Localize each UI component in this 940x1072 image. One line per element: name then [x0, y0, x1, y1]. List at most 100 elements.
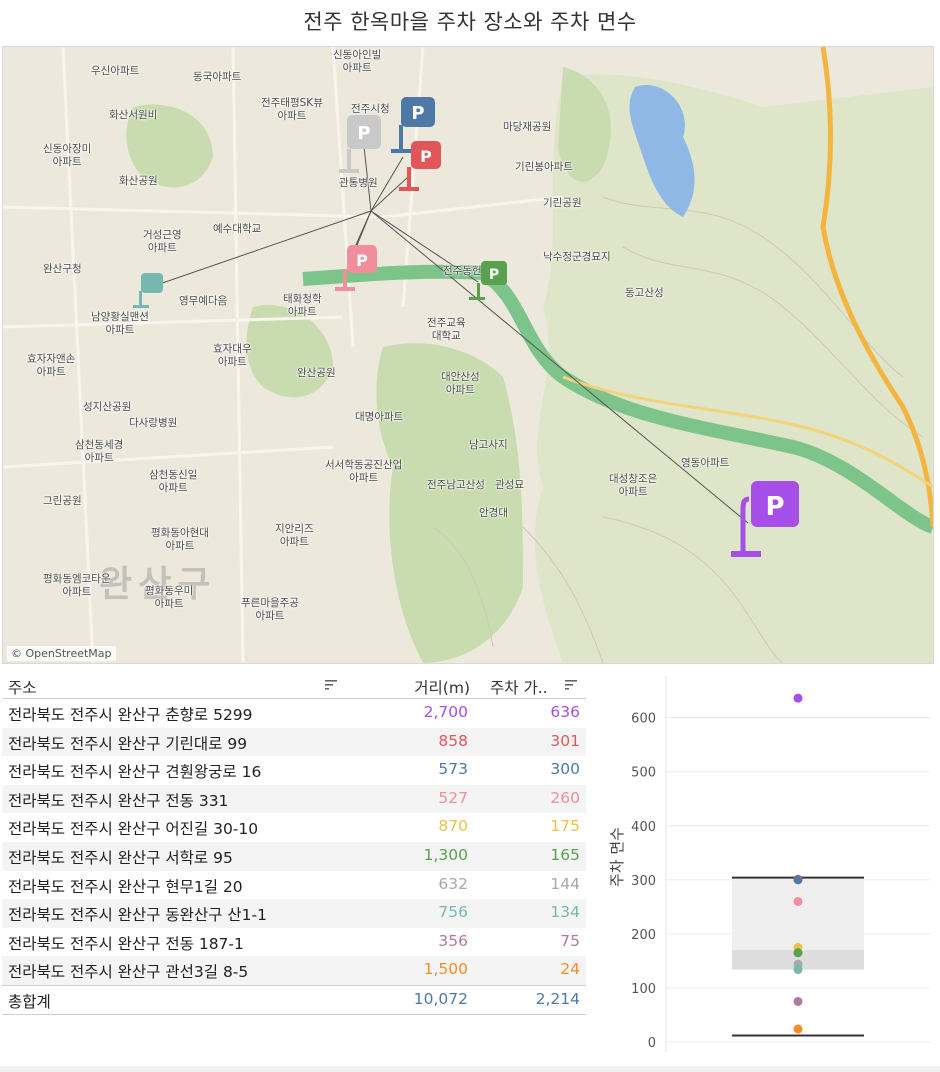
map-place-label: 평화동아현대 아파트 [151, 527, 209, 552]
spaces-cell: 301 [550, 731, 580, 750]
parking-sign-icon[interactable] [133, 273, 169, 311]
distance-cell: 527 [438, 788, 468, 807]
table-total-row: 총합계 10,072 2,214 [2, 984, 586, 1015]
address-cell: 전라북도 전주시 완산구 견훤왕궁로 16 [8, 763, 262, 782]
map-place-label: 화산서원비 [109, 109, 158, 121]
table-body: 전라북도 전주시 완산구 춘향로 5299 2,700 636 전라북도 전주시 완산… [2, 699, 586, 985]
map-place-label: 신동아장미 아파트 [43, 143, 92, 168]
address-cell: 전라북도 전주시 완산구 서학로 95 [8, 848, 233, 867]
map-place-label: 전주교육 대학교 [427, 317, 466, 342]
map-place-label: 마당재공원 [503, 121, 552, 133]
map-place-label: 관통병원 [339, 177, 378, 189]
data-point [793, 693, 803, 703]
header-address[interactable]: 주소 [8, 676, 37, 698]
parking-sign-icon[interactable]: P [469, 259, 509, 303]
map-place-label: 낙수정군경묘지 [543, 251, 611, 263]
spaces-cell: 134 [550, 903, 580, 922]
distance-cell: 573 [438, 760, 468, 779]
table-row[interactable]: 전라북도 전주시 완산구 관선3길 8-5 1,500 24 [2, 956, 586, 985]
map-place-label: 대안산성 아파트 [441, 371, 480, 396]
map-place-label: 동국아파트 [193, 71, 242, 83]
table-row[interactable]: 전라북도 전주시 완산구 춘향로 5299 2,700 636 [2, 699, 586, 728]
data-point [793, 875, 803, 885]
parking-sign-icon[interactable]: P [399, 141, 445, 193]
data-point [793, 965, 803, 975]
address-cell: 전라북도 전주시 완산구 어진길 30-10 [8, 820, 259, 839]
table-row[interactable]: 전라북도 전주시 완산구 어진길 30-10 870 175 [2, 813, 586, 842]
map-place-label: 기린봉아파트 [515, 161, 573, 173]
map-place-label: 예수대학교 [213, 223, 262, 235]
address-cell: 전라북도 전주시 완산구 전동 187-1 [8, 934, 244, 953]
parking-sign-icon[interactable]: P [729, 479, 801, 563]
table-row[interactable]: 전라북도 전주시 완산구 서학로 95 1,300 165 [2, 841, 586, 871]
map-place-label: 대명아파트 [355, 411, 404, 423]
header-spaces[interactable]: 주차 가.. [490, 676, 548, 698]
map-place-label: 관성묘 [495, 479, 524, 491]
map-place-label: 그린공원 [43, 495, 82, 507]
spaces-cell: 75 [560, 931, 580, 950]
data-point [793, 896, 803, 906]
map-place-label: 태화청학 아파트 [283, 293, 322, 318]
map-place-label: 완산공원 [297, 367, 336, 379]
sort-icon[interactable] [324, 679, 338, 691]
map-place-label: 전주태평SK뷰 아파트 [261, 97, 323, 122]
distance-cell: 858 [438, 731, 468, 750]
svg-text:P: P [356, 251, 368, 270]
table-row[interactable]: 전라북도 전주시 완산구 동완산구 산1-1 756 134 [2, 899, 586, 928]
address-cell: 전라북도 전주시 완산구 동완산구 산1-1 [8, 906, 267, 925]
total-label: 총합계 [8, 992, 51, 1011]
page-title: 전주 한옥마을 주차 장소와 주차 면수 [303, 10, 637, 34]
spaces-cell: 24 [560, 960, 580, 979]
distance-cell: 632 [438, 874, 468, 893]
svg-text:P: P [420, 147, 432, 166]
distance-cell: 756 [438, 903, 468, 922]
spaces-cell: 144 [550, 874, 580, 893]
map-place-label: 거성근영 아파트 [143, 229, 182, 254]
map-place-label: 성지산공원 [83, 401, 132, 413]
address-cell: 전라북도 전주시 완산구 현무1길 20 [8, 877, 243, 896]
map-place-label: 대성창조은 아파트 [609, 473, 658, 498]
parking-sign-icon[interactable]: P [339, 115, 385, 175]
address-cell: 전라북도 전주시 완산구 기린대로 99 [8, 734, 248, 753]
map-place-label: 안경대 [479, 507, 508, 519]
map-place-label: 화산공원 [119, 175, 158, 187]
y-tick-label: 0 [648, 1036, 656, 1051]
map-place-label: 동고산성 [625, 287, 664, 299]
map-place-label: 삼천동신일 아파트 [149, 469, 198, 494]
map-place-label: 영동아파트 [681, 457, 730, 469]
y-axis-title: 주차 면수 [608, 827, 626, 887]
map-place-label: 우신아파트 [91, 65, 140, 77]
table-row[interactable]: 전라북도 전주시 완산구 전동 187-1 356 75 [2, 928, 586, 957]
table-row[interactable]: 전라북도 전주시 완산구 현무1길 20 632 144 [2, 871, 586, 900]
map-place-label: 지안리즈 아파트 [275, 523, 314, 548]
distance-cell: 2,700 [423, 703, 468, 721]
map-place-label: 완산구청 [43, 263, 82, 275]
parking-sign-icon[interactable]: P [335, 233, 381, 293]
spaces-cell: 636 [550, 703, 580, 721]
box-upper-half [732, 877, 864, 951]
table-row[interactable]: 전라북도 전주시 완산구 전동 331 527 260 [2, 784, 586, 814]
map-place-label: 신동아인빌 아파트 [333, 49, 382, 74]
header-distance[interactable]: 거리(m) [390, 676, 470, 698]
sort-icon[interactable] [564, 679, 578, 691]
box-plot-svg: 0 100 200 300 400 500 600 [631, 676, 930, 1052]
map-place-label: 남양황실맨션 아파트 [91, 311, 149, 336]
map-attribution[interactable]: © OpenStreetMap [7, 646, 116, 661]
svg-text:P: P [357, 123, 370, 144]
distance-cell: 1,300 [423, 845, 468, 864]
spaces-cell: 300 [550, 760, 580, 779]
map-place-label: 효자대우 아파트 [213, 343, 252, 368]
table-row[interactable]: 전라북도 전주시 완산구 기린대로 99 858 301 [2, 727, 586, 757]
address-cell: 전라북도 전주시 완산구 관선3길 8-5 [8, 963, 249, 982]
map-place-label: 영무예다음 [179, 295, 228, 307]
table-row[interactable]: 전라북도 전주시 완산구 견훤왕궁로 16 573 300 [2, 756, 586, 785]
map-place-label: 삼천동세경 아파트 [75, 439, 124, 464]
map-view[interactable]: 완산구 신동아인빌 아파트 우신아파트 동국아파트 전주태평SK뷰 아파트 전주시청 화산… [2, 46, 934, 664]
data-point [793, 948, 803, 958]
spaces-cell: 260 [550, 788, 580, 807]
map-place-label: 평화동엠코타운 아파트 [43, 573, 111, 598]
total-spaces: 2,214 [535, 989, 580, 1008]
spaces-cell: 165 [550, 845, 580, 864]
map-place-label: 푸른마을주공 아파트 [241, 597, 299, 622]
distance-cell: 356 [438, 931, 468, 950]
